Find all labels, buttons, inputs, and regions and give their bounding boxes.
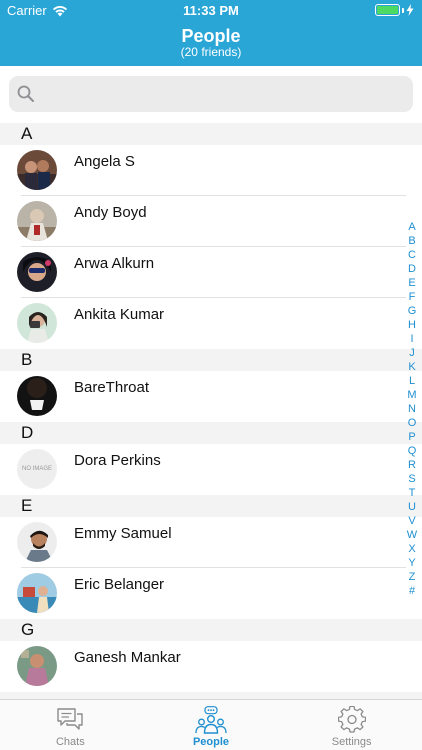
section-header-e: E (0, 495, 422, 517)
contact-row[interactable]: Angela S (0, 145, 422, 196)
index-letter[interactable]: P (408, 430, 415, 444)
battery-icon (375, 4, 414, 16)
alphabet-index[interactable]: A B C D E F G H I J K L M N O P Q R S T U V W X Y Z # (406, 220, 418, 598)
index-letter[interactable]: Y (408, 556, 415, 570)
search-icon (17, 85, 34, 102)
avatar (17, 573, 57, 613)
page-title: People (181, 26, 241, 46)
contact-name: Ganesh Mankar (74, 649, 181, 666)
index-letter[interactable]: H (408, 318, 416, 332)
clock: 11:33 PM (183, 3, 239, 18)
people-icon (195, 706, 227, 734)
contact-row[interactable]: Emmy Samuel (0, 517, 422, 568)
index-letter[interactable]: K (408, 360, 415, 374)
index-letter[interactable]: I (410, 332, 413, 346)
index-letter[interactable]: Z (409, 570, 416, 584)
section-header-a: A (0, 123, 422, 145)
index-letter[interactable]: # (409, 584, 415, 598)
contact-row[interactable]: Ganesh Mankar (0, 641, 422, 692)
tab-settings-label: Settings (331, 736, 372, 748)
contact-name: Eric Belanger (74, 576, 165, 593)
contact-row[interactable]: Ankita Kumar (0, 298, 422, 349)
index-letter[interactable]: W (407, 528, 417, 542)
avatar (17, 376, 57, 416)
tab-chats-label: Chats (55, 736, 85, 748)
index-letter[interactable]: M (407, 388, 416, 402)
contact-row[interactable]: NO IMAGE Dora Perkins (0, 444, 422, 495)
avatar (17, 522, 57, 562)
index-letter[interactable]: J (409, 346, 415, 360)
index-letter[interactable]: C (408, 248, 416, 262)
section-header-b: B (0, 349, 422, 371)
charging-bolt-icon (406, 4, 414, 16)
index-letter[interactable]: A (408, 220, 415, 234)
index-letter[interactable]: E (408, 276, 415, 290)
search-input[interactable] (41, 76, 401, 112)
settings-gear-icon (337, 706, 366, 733)
contact-row[interactable]: Andy Boyd (0, 196, 422, 247)
tab-people-label: People (192, 736, 230, 748)
no-image-label: NO IMAGE (21, 466, 52, 472)
index-letter[interactable]: O (408, 416, 417, 430)
avatar (17, 252, 57, 292)
contact-name: Arwa Alkurn (74, 255, 155, 272)
friends-count: (20 friends) (180, 45, 242, 59)
index-letter[interactable]: B (408, 234, 415, 248)
contact-name: BareThroat (74, 379, 150, 396)
index-letter[interactable]: T (409, 486, 416, 500)
avatar (17, 646, 57, 686)
contact-row[interactable]: Eric Belanger (0, 568, 422, 619)
index-letter[interactable]: R (408, 458, 416, 472)
index-letter[interactable]: L (409, 374, 415, 388)
tab-bar: Chats People Settings (0, 699, 422, 750)
contact-list[interactable]: A Angela S Andy Boyd Arwa Alkurn Ankita … (0, 123, 422, 699)
contact-row[interactable]: BareThroat (0, 371, 422, 422)
contact-name: Emmy Samuel (74, 525, 172, 542)
index-letter[interactable]: D (408, 262, 416, 276)
contact-name: Ankita Kumar (74, 306, 165, 323)
contact-name: Andy Boyd (74, 204, 147, 221)
index-letter[interactable]: F (409, 290, 416, 304)
contact-row[interactable]: Arwa Alkurn (0, 247, 422, 298)
index-letter[interactable]: X (408, 542, 415, 556)
contact-name: Angela S (74, 153, 135, 170)
avatar (17, 201, 57, 241)
navigation-header: Carrier 11:33 PM People (20 friends) (0, 0, 422, 66)
chats-icon (57, 708, 84, 730)
index-letter[interactable]: V (408, 514, 415, 528)
search-bar[interactable] (9, 76, 413, 112)
section-header-g: G (0, 619, 422, 641)
index-letter[interactable]: N (408, 402, 416, 416)
status-bar: Carrier 11:33 PM (0, 0, 422, 22)
contact-name: Dora Perkins (74, 452, 161, 469)
section-header-next (0, 692, 422, 699)
section-header-d: D (0, 422, 422, 444)
avatar (17, 303, 57, 343)
tab-people[interactable]: People (141, 700, 282, 750)
avatar (17, 150, 57, 190)
index-letter[interactable]: U (408, 500, 416, 514)
avatar-placeholder: NO IMAGE (17, 449, 57, 489)
index-letter[interactable]: Q (408, 444, 417, 458)
tab-settings[interactable]: Settings (281, 700, 422, 750)
index-letter[interactable]: S (408, 472, 415, 486)
index-letter[interactable]: G (408, 304, 417, 318)
tab-chats[interactable]: Chats (0, 700, 141, 750)
